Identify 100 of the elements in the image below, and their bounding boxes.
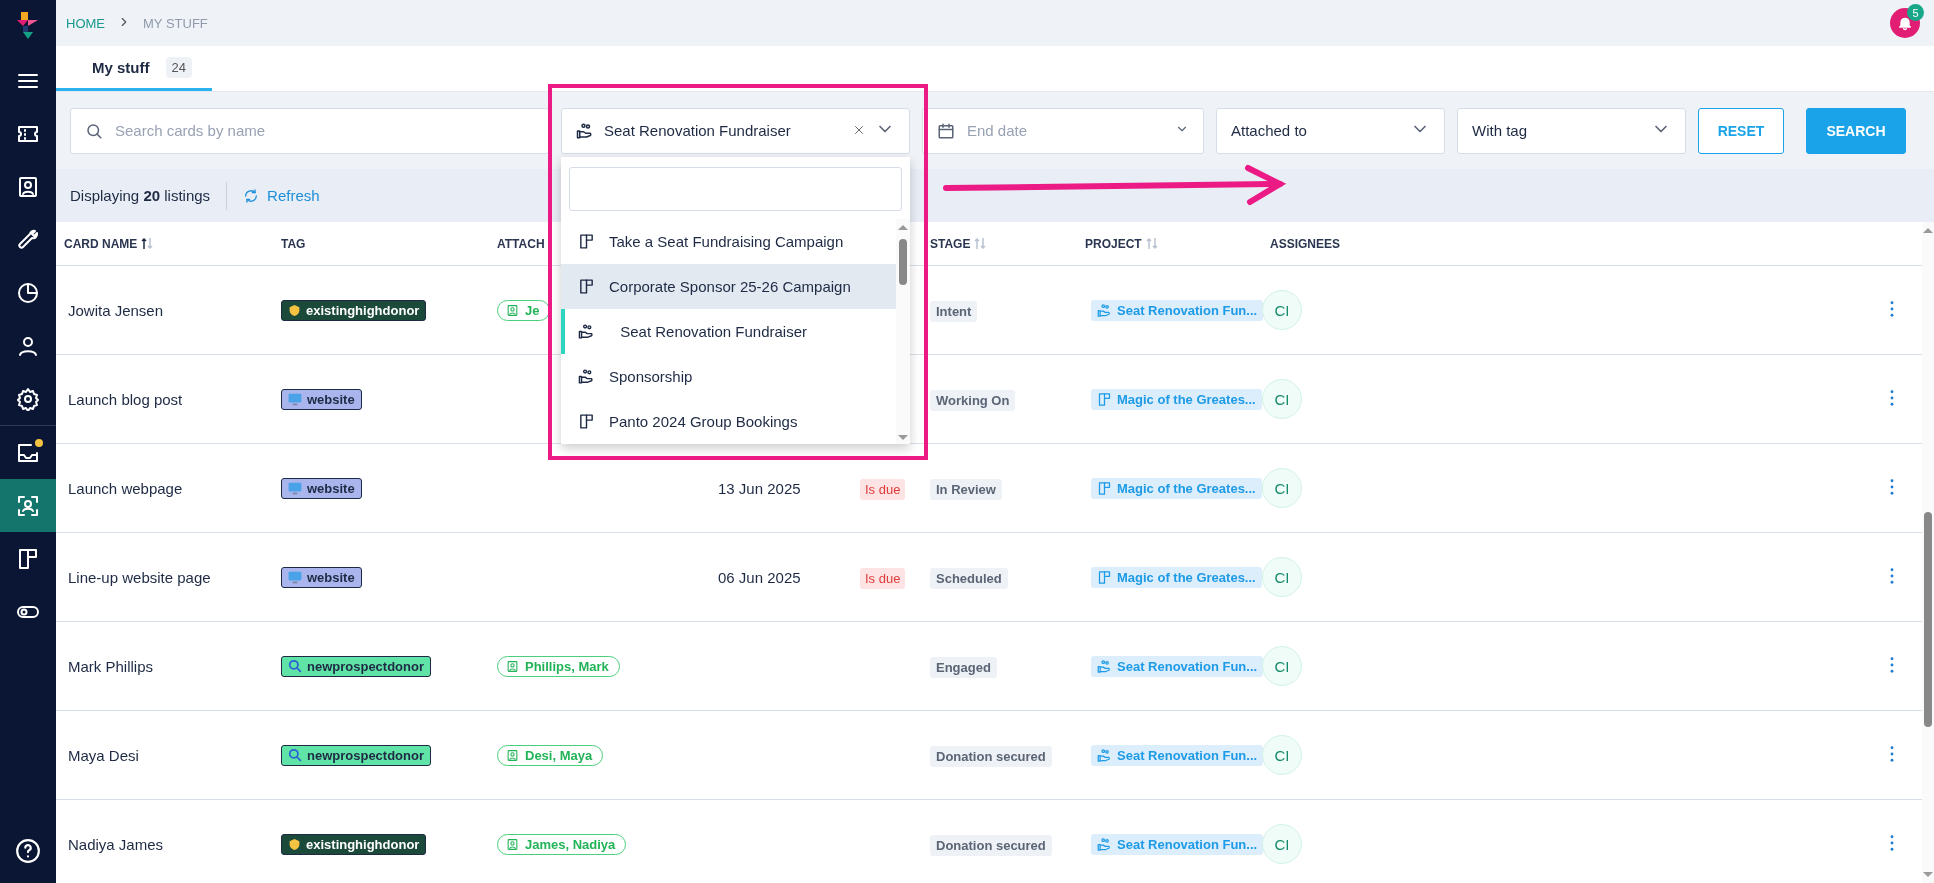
board-icon [1097, 569, 1112, 585]
project-chip[interactable]: Magic of the Greates... [1091, 388, 1262, 410]
project-chip[interactable]: Magic of the Greates... [1091, 477, 1262, 499]
card-name: Maya Desi [67, 746, 140, 764]
card-name: Nadiya James [67, 835, 165, 853]
tag-chip: newprospectdonor [281, 744, 431, 766]
tag-chip: website [281, 477, 362, 499]
tag-chip: website [281, 566, 362, 588]
search-button[interactable]: SEARCH [1806, 107, 1906, 154]
scroll-down-icon[interactable] [898, 434, 908, 440]
stage-chip: Intent [930, 300, 978, 322]
assignee-avatar[interactable]: CI [1262, 735, 1302, 775]
dropdown-search-field[interactable] [569, 166, 902, 211]
column-header: PROJECT [1085, 236, 1142, 251]
scrollbar[interactable] [896, 218, 910, 444]
card-name: Jowita Jensen [67, 301, 165, 319]
refresh-button[interactable]: Refresh [243, 187, 320, 204]
settings-icon [16, 386, 40, 411]
project-chip[interactable]: Seat Renovation Fun... [1091, 833, 1264, 855]
scan-person-icon [16, 493, 40, 518]
dropdown-option[interactable]: Panto 2024 Group Bookings [561, 398, 896, 444]
project-chip[interactable]: Magic of the Greates... [1091, 566, 1262, 588]
more-icon[interactable] [1890, 834, 1894, 851]
assignee-avatar[interactable]: CI [1262, 557, 1302, 597]
assignee-avatar[interactable]: CI [1262, 290, 1302, 330]
search-icon [288, 748, 302, 762]
more-icon[interactable] [1890, 567, 1894, 584]
search-input[interactable]: Search cards by name [113, 121, 534, 140]
dropdown-option[interactable]: Corporate Sponsor 25-26 Campaign [561, 263, 896, 309]
clear-icon [853, 123, 865, 136]
scroll-thumb[interactable] [1924, 512, 1932, 727]
assignee-avatar[interactable]: CI [1262, 468, 1302, 508]
monitor-icon [288, 481, 302, 495]
project-chip[interactable]: Seat Renovation Fun... [1091, 744, 1264, 766]
hands-icon [1097, 658, 1112, 674]
due-date: 13 Jun 2025 [718, 479, 801, 497]
monitor-icon [288, 570, 302, 584]
end-date-field[interactable]: End date [922, 107, 1204, 154]
project-chip[interactable]: Seat Renovation Fun... [1091, 655, 1264, 677]
search-icon [85, 121, 103, 140]
reset-button[interactable]: RESET [1698, 107, 1784, 154]
scroll-thumb[interactable] [899, 238, 907, 285]
hands-icon [1097, 302, 1112, 318]
column-header: STAGE [930, 236, 971, 251]
hands-icon [1097, 747, 1112, 763]
bell-icon [1897, 15, 1913, 31]
column-header: CARD NAME [64, 236, 138, 251]
breadcrumb-current: MY STUFF [143, 15, 208, 31]
board-icon [578, 277, 595, 295]
tag-chip: newprospectdonor [281, 655, 431, 677]
attached-to-select[interactable]: Attached to [1216, 107, 1445, 154]
tag-chip: website [281, 388, 362, 410]
due-status: Is due [860, 478, 906, 500]
breadcrumb-link[interactable]: HOME [66, 15, 105, 31]
wrench-icon [16, 227, 40, 252]
more-icon[interactable] [1890, 745, 1894, 762]
board-icon [578, 232, 595, 250]
stage-chip: In Review [930, 478, 1002, 500]
hands-icon [578, 367, 595, 385]
more-icon[interactable] [1890, 389, 1894, 406]
dropdown-option[interactable]: Seat Renovation Fundraiser [561, 308, 807, 354]
pie-chart-icon [16, 280, 40, 305]
help-icon [15, 838, 41, 864]
card-name: Line-up website page [67, 568, 212, 586]
contact-card-icon [506, 303, 519, 317]
notification-count: 5 [1907, 4, 1924, 21]
card-name: Mark Phillips [67, 657, 155, 675]
more-icon[interactable] [1890, 300, 1894, 317]
monitor-icon [288, 392, 302, 406]
assignee-avatar[interactable]: CI [1262, 824, 1302, 864]
stage-chip: Donation secured [930, 834, 1052, 856]
scroll-up-icon[interactable] [898, 224, 908, 230]
dropdown-option[interactable]: Take a Seat Fundraising Campaign [561, 218, 896, 264]
hands-icon [578, 322, 595, 340]
shield-icon [288, 303, 301, 317]
column-header: ATTACH [497, 236, 545, 251]
board-icon [16, 546, 40, 571]
scrollbar[interactable] [1922, 222, 1934, 883]
hands-icon [1097, 836, 1112, 852]
contact-card-icon [16, 174, 40, 199]
assignee-avatar[interactable]: CI [1262, 379, 1302, 419]
logo-icon[interactable] [17, 12, 39, 40]
more-icon[interactable] [1890, 656, 1894, 673]
stage-chip: Scheduled [930, 567, 1008, 589]
end-date-input[interactable]: End date [965, 121, 1165, 140]
due-date: 06 Jun 2025 [718, 568, 801, 586]
more-icon[interactable] [1890, 478, 1894, 495]
project-chip[interactable]: Seat Renovation Fun... [1091, 299, 1264, 321]
scroll-up-icon[interactable] [1923, 228, 1933, 233]
tag-select[interactable]: With tag [1457, 107, 1686, 154]
search-field[interactable]: Search cards by name [70, 107, 549, 154]
dropdown-option[interactable]: Sponsorship [561, 353, 896, 399]
due-status: Is due [860, 567, 906, 589]
stage-chip: Engaged [930, 656, 997, 678]
scroll-down-icon[interactable] [1923, 872, 1933, 877]
hands-icon [576, 121, 594, 140]
board-icon [578, 412, 595, 430]
shield-icon [288, 837, 301, 851]
assignee-avatar[interactable]: CI [1262, 646, 1302, 686]
sort-icon[interactable] [141, 237, 154, 250]
